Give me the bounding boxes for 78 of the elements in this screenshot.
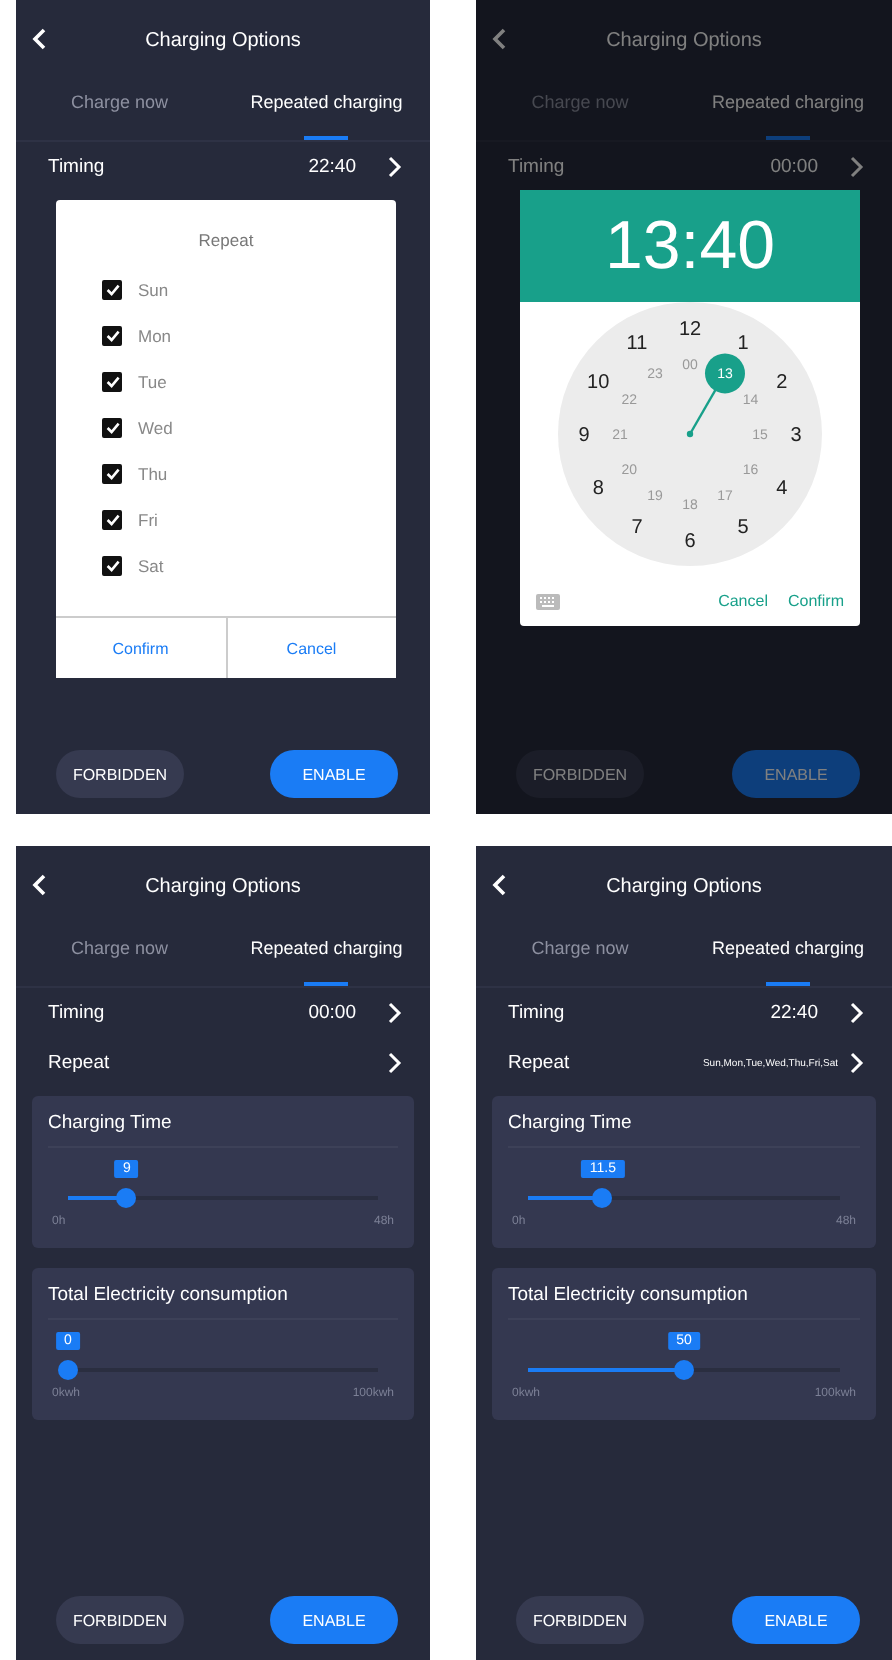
day-label: Mon: [138, 325, 172, 345]
dialog-button[interactable]: Cancel: [718, 592, 768, 610]
slider-thumb[interactable]: [58, 1360, 78, 1380]
forbidden-button[interactable]: FORBIDDEN: [516, 1596, 644, 1644]
enable-button[interactable]: ENABLE: [732, 750, 860, 798]
day-label: Sat: [138, 555, 164, 575]
chevron-right-icon[interactable]: [850, 1052, 864, 1074]
row-value: 00:00: [308, 1002, 356, 1024]
clock-number[interactable]: 8: [592, 478, 604, 500]
row-value: 22:40: [308, 156, 356, 178]
tab[interactable]: Charge now: [476, 926, 684, 986]
clock-number[interactable]: 5: [737, 516, 749, 539]
back-icon[interactable]: [32, 874, 46, 896]
tab[interactable]: Repeated charging: [223, 80, 430, 140]
clock-number[interactable]: 7: [631, 516, 643, 539]
row-value: 22:40: [770, 1002, 818, 1024]
back-icon[interactable]: [32, 28, 46, 50]
back-icon[interactable]: [492, 874, 506, 896]
tab[interactable]: Repeated charging: [223, 926, 430, 986]
card-title: Charging Time: [48, 1112, 398, 1148]
clock-number[interactable]: 12: [678, 319, 702, 341]
dialog-button[interactable]: Confirm: [787, 592, 844, 610]
row-label: Repeat: [48, 1052, 112, 1074]
screen-title: Charging Options: [606, 875, 762, 897]
chevron-right-icon[interactable]: [388, 156, 402, 178]
clock-face[interactable]: [558, 302, 822, 566]
checkbox[interactable]: [102, 417, 122, 437]
tab[interactable]: Charge now: [16, 80, 223, 140]
row-label: Repeat: [508, 1052, 572, 1074]
enable-button[interactable]: ENABLE: [270, 750, 398, 798]
enable-button[interactable]: ENABLE: [732, 1596, 860, 1644]
clock-number[interactable]: 4: [776, 478, 788, 500]
day-label: Tue: [138, 371, 167, 391]
screen-title: Charging Options: [145, 29, 301, 51]
chevron-right-icon[interactable]: [850, 1002, 864, 1024]
day-label: Wed: [138, 417, 173, 437]
checkbox[interactable]: [102, 509, 122, 529]
row-value: 00:00: [770, 156, 818, 178]
clock-number[interactable]: 11: [626, 333, 648, 356]
clock-number[interactable]: 9: [578, 425, 590, 447]
day-label: Thu: [138, 463, 168, 483]
forbidden-button[interactable]: FORBIDDEN: [56, 1596, 184, 1644]
clock-number[interactable]: 3: [790, 425, 802, 447]
screen-title: Charging Options: [606, 29, 762, 51]
enable-button[interactable]: ENABLE: [270, 1596, 398, 1644]
clock-hand[interactable]: [686, 353, 745, 438]
forbidden-button[interactable]: FORBIDDEN: [516, 750, 644, 798]
day-label: Sun: [138, 279, 169, 299]
row-label: Timing: [508, 1002, 567, 1024]
checkbox[interactable]: [102, 371, 122, 391]
card-title: Total Electricity consumption: [508, 1284, 860, 1320]
screen-title: Charging Options: [145, 875, 301, 897]
tab[interactable]: Repeated charging: [684, 80, 892, 140]
checkbox[interactable]: [102, 325, 122, 345]
checkbox[interactable]: [102, 279, 122, 299]
row-label: Timing: [508, 156, 567, 178]
forbidden-button[interactable]: FORBIDDEN: [56, 750, 184, 798]
slider-thumb[interactable]: [592, 1188, 613, 1208]
checkbox[interactable]: [102, 555, 122, 575]
clock-number[interactable]: 1: [737, 333, 749, 356]
slider-thumb[interactable]: [674, 1360, 694, 1380]
card-title: Total Electricity consumption: [48, 1284, 398, 1320]
tab[interactable]: Charge now: [16, 926, 223, 986]
row-label: Timing: [48, 156, 107, 178]
selected-time: 13:40: [604, 207, 776, 285]
clock-number[interactable]: 6: [684, 531, 696, 553]
tab[interactable]: Repeated charging: [684, 926, 892, 986]
dialog-title: Repeat: [196, 228, 256, 254]
row-label: Timing: [48, 1002, 107, 1024]
checkbox[interactable]: [102, 463, 122, 483]
clock-number[interactable]: 10: [587, 372, 610, 394]
day-label: Fri: [138, 509, 158, 529]
slider-thumb[interactable]: [116, 1188, 137, 1208]
chevron-right-icon[interactable]: [388, 1002, 402, 1024]
chevron-right-icon[interactable]: [388, 1052, 402, 1074]
dialog-button[interactable]: Cancel: [225, 618, 396, 678]
clock-number[interactable]: 2: [776, 372, 788, 394]
card-title: Charging Time: [508, 1112, 860, 1148]
